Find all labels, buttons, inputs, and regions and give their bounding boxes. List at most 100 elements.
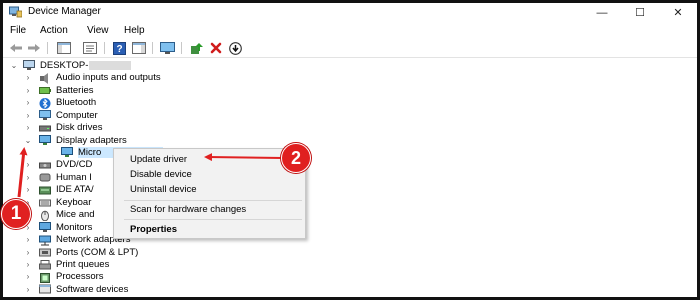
toolbar-separator xyxy=(47,42,48,54)
download-icon[interactable] xyxy=(228,41,243,55)
forward-arrow-icon[interactable] xyxy=(26,41,41,55)
expand-chevron-icon[interactable]: › xyxy=(23,86,33,95)
minimize-button[interactable]: — xyxy=(585,3,619,22)
tree-item[interactable]: › Monitors xyxy=(23,221,93,234)
menu-bar: File Action View Help xyxy=(3,22,697,39)
tree-item-label: Processors xyxy=(56,271,104,283)
expand-chevron-icon[interactable]: › xyxy=(23,272,33,281)
update-driver-icon[interactable] xyxy=(189,41,204,55)
callout-step-2: 2 xyxy=(281,143,311,173)
tree-item[interactable]: › Human I xyxy=(23,171,92,184)
expand-chevron-icon[interactable]: › xyxy=(23,160,33,169)
toolbar-separator xyxy=(104,42,105,54)
tree-item-label: Computer xyxy=(56,109,98,121)
uninstall-device-menu-item[interactable]: Uninstall device xyxy=(130,184,197,195)
speaker-icon xyxy=(39,72,52,84)
root-computer-name: DESKTOP- xyxy=(40,59,89,71)
help-icon[interactable]: ? xyxy=(112,41,127,55)
expand-chevron-icon[interactable]: › xyxy=(23,248,33,257)
tree-item[interactable]: › Audio inputs and outputs xyxy=(23,72,161,85)
svg-text:?: ? xyxy=(116,44,122,55)
tree-item-label: Mice and xyxy=(56,209,95,221)
battery-icon xyxy=(39,85,52,95)
window-title: Device Manager xyxy=(28,6,101,17)
tree-root[interactable]: ⌄ DESKTOP- xyxy=(9,59,132,72)
device-manager-app-icon xyxy=(9,6,23,18)
tree-item-label: Batteries xyxy=(56,84,94,96)
tree-item[interactable]: ›Mice and xyxy=(23,208,95,221)
menu-separator xyxy=(124,219,302,220)
tree-item[interactable]: › Computer xyxy=(23,109,98,122)
expand-chevron-icon[interactable]: › xyxy=(23,123,33,132)
bluetooth-icon xyxy=(39,97,52,109)
monitor-scan-icon[interactable] xyxy=(160,41,175,55)
expand-chevron-icon[interactable]: › xyxy=(23,73,33,82)
tree-item-label: Display adapters xyxy=(56,134,127,146)
redacted-name-block xyxy=(89,60,132,70)
expand-chevron-icon[interactable]: › xyxy=(23,173,33,182)
properties-menu-item[interactable]: Properties xyxy=(130,224,177,235)
maximize-button[interactable]: ☐ xyxy=(623,3,657,22)
expand-chevron-icon[interactable]: › xyxy=(23,235,33,244)
tree-item[interactable]: › Print queues xyxy=(23,258,110,271)
action-pane-icon[interactable] xyxy=(131,41,146,55)
menu-action[interactable]: Action xyxy=(40,25,68,36)
menu-help[interactable]: Help xyxy=(124,25,145,36)
back-arrow-icon[interactable] xyxy=(8,41,23,55)
scan-hardware-menu-item[interactable]: Scan for hardware changes xyxy=(130,204,246,215)
show-hide-console-tree-icon[interactable] xyxy=(56,41,71,55)
human-interface-icon xyxy=(39,172,52,182)
tree-item-label: Disk drives xyxy=(56,122,103,134)
toolbar-separator xyxy=(152,42,153,54)
disk-drive-icon xyxy=(39,123,52,133)
software-device-icon xyxy=(39,284,52,294)
context-menu: Update driver Disable device Uninstall d… xyxy=(113,148,306,239)
menu-separator xyxy=(124,200,302,201)
expand-chevron-icon[interactable]: › xyxy=(23,185,33,194)
port-icon xyxy=(39,247,52,257)
expand-chevron-icon[interactable]: › xyxy=(23,285,33,294)
tree-item[interactable]: › Disk drives xyxy=(23,121,103,134)
expand-chevron-icon[interactable]: › xyxy=(23,111,33,120)
tree-item[interactable]: › Software devices xyxy=(23,283,129,296)
toolbar-separator xyxy=(181,42,182,54)
tree-item[interactable]: ⌄ Display adapters xyxy=(23,134,127,147)
device-tree: ⌄ DESKTOP- › Audio inputs and outputs › Bat… xyxy=(3,59,697,297)
uninstall-device-icon[interactable] xyxy=(208,41,223,55)
tree-item[interactable]: › Batteries xyxy=(23,84,94,97)
keyboard-icon xyxy=(39,197,52,207)
tree-item-label: Software devices xyxy=(56,283,129,295)
tree-item[interactable]: › Ports (COM & LPT) xyxy=(23,246,139,259)
menu-view[interactable]: View xyxy=(87,25,109,36)
tree-item-label: Human I xyxy=(56,171,92,183)
device-manager-window: Device Manager — ☐ ✕ File Action View He… xyxy=(0,0,700,300)
monitor-icon xyxy=(39,222,52,233)
display-adapter-icon xyxy=(39,135,52,145)
tree-item[interactable]: › Bluetooth xyxy=(23,96,96,109)
expand-chevron-icon[interactable]: › xyxy=(23,98,33,107)
tree-item-label: Print queues xyxy=(56,259,110,270)
tree-item[interactable]: › Processors xyxy=(23,271,104,284)
disable-device-menu-item[interactable]: Disable device xyxy=(130,169,192,180)
callout-step-1: 1 xyxy=(1,199,31,229)
collapse-chevron-icon[interactable]: ⌄ xyxy=(23,136,33,145)
expand-chevron-icon[interactable]: › xyxy=(23,260,33,269)
tree-item-label: Audio inputs and outputs xyxy=(56,72,161,84)
tree-item[interactable]: › DVD/CD xyxy=(23,159,93,172)
dvd-drive-icon xyxy=(39,160,52,170)
close-button[interactable]: ✕ xyxy=(661,3,695,22)
computer-icon xyxy=(39,110,52,121)
tree-item[interactable]: › IDE ATA/ xyxy=(23,184,94,197)
tree-item-label: DVD/CD xyxy=(56,159,93,171)
properties-icon[interactable] xyxy=(82,41,97,55)
toolbar: ? xyxy=(3,39,697,58)
processor-icon xyxy=(39,272,52,283)
tree-item-label: Bluetooth xyxy=(56,97,97,109)
tree-item-label: IDE ATA/ xyxy=(56,184,94,196)
mouse-icon xyxy=(39,210,52,221)
tree-item[interactable]: › Keyboar xyxy=(23,196,92,209)
tree-item-label: Keyboar xyxy=(56,196,92,208)
collapse-chevron-icon[interactable]: ⌄ xyxy=(9,61,19,70)
menu-file[interactable]: File xyxy=(10,25,26,36)
update-driver-menu-item[interactable]: Update driver xyxy=(130,154,187,165)
